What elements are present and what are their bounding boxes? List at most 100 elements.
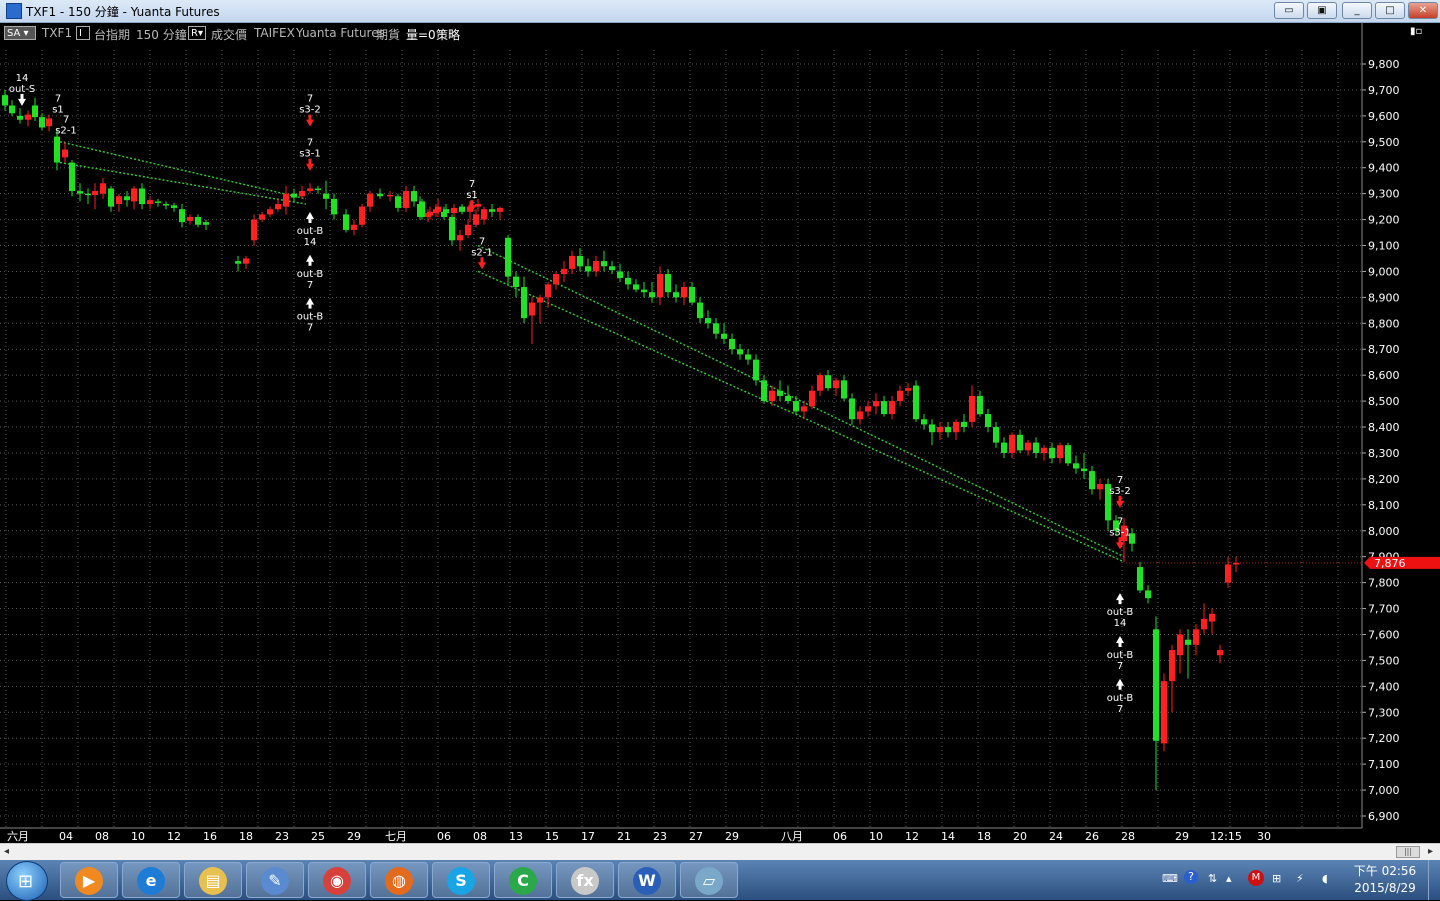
- y-tick-label: 8,800: [1368, 317, 1400, 330]
- y-tick-label: 7,000: [1368, 784, 1400, 797]
- scroll-right-icon[interactable]: ▸: [1428, 846, 1433, 857]
- candle-body: [331, 198, 337, 215]
- candle-body: [275, 204, 281, 210]
- system-clock[interactable]: 下午 02:56 2015/8/29: [1352, 863, 1418, 897]
- candle-body: [203, 222, 209, 225]
- taskbar-file-explorer-button[interactable]: ▤: [184, 862, 242, 898]
- x-tick-label: 29: [1175, 830, 1189, 843]
- current-price-label: 7,876: [1374, 557, 1406, 570]
- volume-icon[interactable]: ◖: [1322, 872, 1328, 885]
- y-tick-label: 9,300: [1368, 188, 1400, 201]
- candle-body: [1049, 447, 1055, 459]
- show-desktop-button[interactable]: [1428, 860, 1440, 900]
- y-tick-label: 9,400: [1368, 162, 1400, 175]
- taskbar-skype-button[interactable]: S: [432, 862, 490, 898]
- taskbar-ccleaner-button[interactable]: C: [494, 862, 552, 898]
- candle-body: [993, 427, 999, 443]
- signal-label: 14: [16, 73, 29, 84]
- candle-body: [163, 204, 169, 206]
- signal-label: s3-1: [1109, 527, 1131, 538]
- candle-body: [449, 216, 455, 241]
- signal-label: out-B: [297, 312, 324, 323]
- candle-body: [921, 419, 927, 425]
- taskbar-formula-app-button[interactable]: fx: [556, 862, 614, 898]
- candle-body: [521, 287, 527, 319]
- signal-label: 14: [1114, 618, 1127, 629]
- signal-label: out-B: [1107, 693, 1134, 704]
- candle-body: [953, 421, 959, 433]
- x-tick-label: 08: [95, 830, 109, 843]
- x-tick-label: 10: [869, 830, 883, 843]
- candle-body: [62, 149, 68, 158]
- taskbar-notebook-button[interactable]: ▱: [680, 862, 738, 898]
- candle-body: [25, 114, 31, 120]
- keyboard-icon[interactable]: ⌨: [1162, 872, 1178, 885]
- x-tick-label: 15: [545, 830, 559, 843]
- signal-label: 7: [1117, 661, 1123, 672]
- signal-arrow-up-icon: [306, 211, 314, 219]
- taskbar-word-button[interactable]: W: [618, 862, 676, 898]
- candle-body: [1057, 445, 1063, 459]
- candle-body: [489, 209, 495, 212]
- candle-body: [32, 105, 38, 118]
- tray-expand-icon[interactable]: ▴: [1226, 872, 1232, 885]
- formula-app-icon: fx: [571, 867, 599, 895]
- scroll-thumb[interactable]: |||: [1396, 846, 1420, 858]
- x-tick-label: 17: [581, 830, 595, 843]
- power-icon[interactable]: ⚡: [1296, 872, 1304, 885]
- candle-body: [1017, 434, 1023, 451]
- candle-body: [323, 193, 329, 199]
- x-tick-label: 12:15: [1210, 830, 1242, 843]
- candle-body: [351, 224, 357, 230]
- candle-body: [609, 266, 615, 271]
- candle-body: [1089, 471, 1095, 490]
- candle-body: [689, 287, 695, 303]
- scroll-left-icon[interactable]: ◂: [4, 846, 9, 857]
- x-tick-label: 26: [1085, 830, 1099, 843]
- taskbar: ⊞ ▶ e ▤ ✎ ◉ ◍ S Cfx W ▱ ⌨ ? ⇅ ▴ M ⊞ ⚡ ◖ 下午 02:56 …: [0, 860, 1440, 901]
- candle-body: [1185, 639, 1191, 645]
- windows-flag-icon[interactable]: ⊞: [1272, 872, 1281, 885]
- start-button[interactable]: ⊞: [6, 861, 48, 901]
- candle-body: [681, 287, 687, 298]
- y-tick-label: 9,600: [1368, 110, 1400, 123]
- clock-date: 2015/8/29: [1354, 881, 1416, 895]
- x-tick-label: 28: [1121, 830, 1135, 843]
- x-tick-label: 18: [239, 830, 253, 843]
- candle-body: [753, 359, 759, 381]
- signal-arrow-down-icon: [478, 262, 486, 270]
- taskbar-chrome-button[interactable]: ◉: [308, 862, 366, 898]
- candle-body: [553, 274, 559, 285]
- candle-body: [593, 261, 599, 272]
- taskbar-media-player-button[interactable]: ▶: [60, 862, 118, 898]
- candle-body: [809, 390, 815, 407]
- candle-body: [116, 196, 122, 205]
- candle-body: [46, 118, 52, 127]
- x-tick-label: 八月: [781, 830, 803, 843]
- signal-arrow-up-icon: [306, 297, 314, 305]
- candle-body: [641, 289, 647, 293]
- x-tick-label: 04: [59, 830, 73, 843]
- y-tick-label: 6,900: [1368, 810, 1400, 823]
- horizontal-scrollbar[interactable]: ◂ ||| ▸: [0, 843, 1440, 861]
- candle-body: [673, 292, 679, 298]
- taskbar-tools-button[interactable]: ✎: [246, 862, 304, 898]
- candle-body: [777, 390, 783, 396]
- candle-body: [657, 274, 663, 298]
- candle-body: [617, 271, 623, 278]
- taskbar-internet-explorer-button[interactable]: e: [122, 862, 180, 898]
- candle-body: [1145, 590, 1151, 599]
- taskbar-firefox-button[interactable]: ◍: [370, 862, 428, 898]
- ccleaner-icon: C: [509, 867, 537, 895]
- candle-body: [833, 380, 839, 389]
- candle-body: [697, 302, 703, 319]
- antivirus-icon[interactable]: M: [1248, 870, 1264, 886]
- signal-arrow-stem: [1118, 537, 1122, 544]
- signal-arrow-stem: [308, 303, 312, 309]
- signal-label: 7: [307, 94, 313, 105]
- help-icon[interactable]: ?: [1184, 870, 1198, 884]
- candle-body: [665, 274, 671, 293]
- price-chart[interactable]: 9,800 9,700 9,600 9,500 9,400 9,300 9,200 9,100…: [0, 0, 1440, 843]
- network-icon[interactable]: ⇅: [1208, 872, 1217, 885]
- signal-label: out-B: [297, 269, 324, 280]
